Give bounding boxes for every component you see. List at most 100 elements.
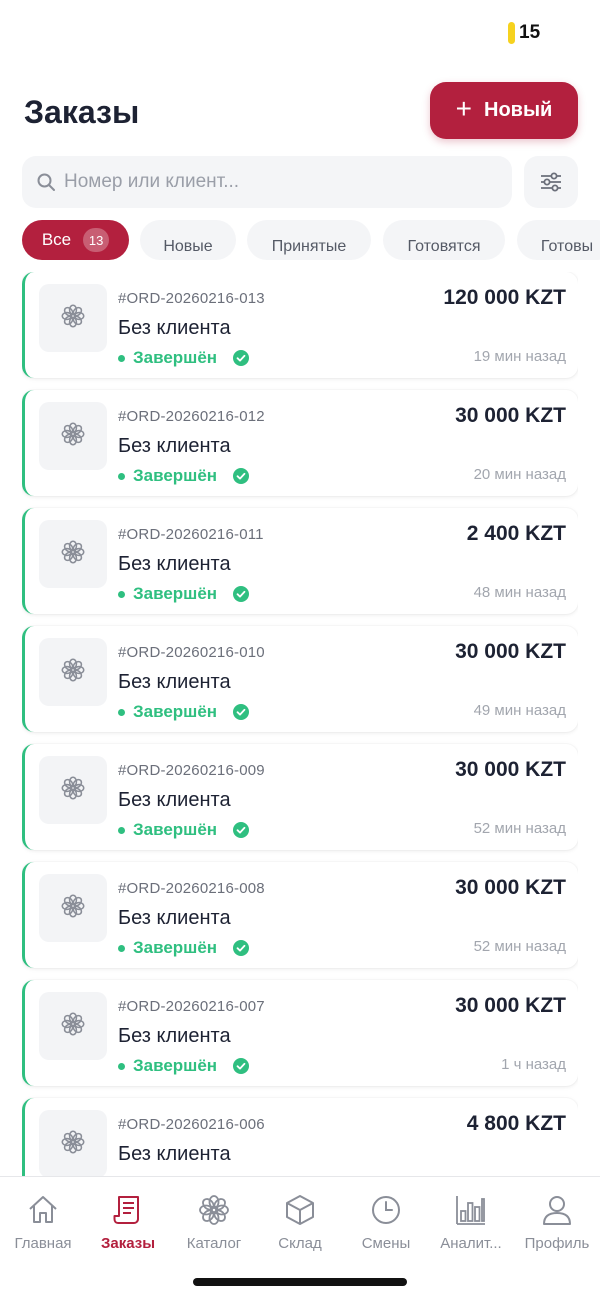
orders-icon [113, 1196, 139, 1224]
home-indicator[interactable] [193, 1278, 407, 1286]
status-dot [118, 1062, 125, 1070]
chip-label: Принятые [271, 238, 347, 255]
box-icon [286, 1195, 314, 1225]
order-card[interactable]: #ORD-20260216-012 Без клиента Завершён 30 0… [22, 390, 578, 496]
order-total: 4 800 KZT [466, 1112, 566, 1135]
chip-all[interactable]: Все 13 [22, 220, 129, 260]
order-number: #ORD-20260216-011 [118, 526, 264, 543]
order-time: 52 мин назад [473, 820, 566, 837]
order-number: #ORD-20260216-007 [118, 998, 265, 1015]
order-client: Без клиента [118, 435, 231, 457]
battery-level: 15 [519, 22, 541, 43]
nav-label: Аналит... [440, 1235, 502, 1252]
order-status: Завершён [118, 820, 250, 840]
nav-warehouse[interactable]: Склад [257, 1193, 343, 1252]
order-number: #ORD-20260216-008 [118, 880, 265, 897]
order-thumbnail [39, 284, 107, 352]
order-time: 1 ч назад [501, 1056, 566, 1073]
search-icon [37, 173, 55, 191]
chip-preparing[interactable]: Готовятся [383, 220, 505, 260]
order-status-label: Завершён [133, 1056, 218, 1075]
chip-label: Готовы [540, 238, 594, 255]
search-box[interactable] [22, 156, 512, 208]
order-client: Без клиента [118, 907, 231, 929]
status-dot [118, 826, 125, 834]
order-thumbnail [39, 638, 107, 706]
battery-indicator: 15 [508, 22, 540, 44]
nav-label: Заказы [100, 1235, 156, 1252]
nav-label: Каталог [186, 1235, 242, 1252]
nav-shifts[interactable]: Смены [343, 1193, 429, 1252]
order-status-label: Завершён [133, 466, 218, 485]
order-status-label: Завершён [133, 702, 218, 721]
status-dot [118, 590, 125, 598]
order-card[interactable]: #ORD-20260216-009 Без клиента Завершён 30 0… [22, 744, 578, 850]
order-client: Без клиента [118, 1025, 231, 1047]
search-input[interactable] [64, 171, 464, 193]
order-status: Завершён [118, 348, 250, 368]
nav-label: Склад [278, 1235, 322, 1252]
check-circle-icon [233, 1058, 250, 1074]
status-dot [118, 472, 125, 480]
order-client: Без клиента [118, 671, 231, 693]
order-thumbnail [39, 402, 107, 470]
order-status: Завершён [118, 466, 250, 486]
order-status-label: Завершён [133, 348, 218, 367]
order-status-label: Завершён [133, 938, 218, 957]
order-status: Завершён [118, 584, 250, 604]
order-card[interactable]: #ORD-20260216-011 Без клиента Завершён 2 40… [22, 508, 578, 614]
nav-home[interactable]: Главная [0, 1193, 86, 1252]
nav-catalog[interactable]: Каталог [171, 1193, 257, 1252]
order-time: 49 мин назад [473, 702, 566, 719]
order-list: #ORD-20260216-013 Без клиента Завершён 120 … [22, 272, 578, 1176]
nav-analytics[interactable]: Аналит... [428, 1193, 514, 1252]
order-total: 30 000 KZT [455, 758, 566, 781]
chip-count-badge: 13 [83, 228, 110, 252]
search-row [22, 156, 578, 210]
order-total: 120 000 KZT [443, 286, 566, 309]
order-card[interactable]: #ORD-20260216-008 Без клиента Завершён 30 0… [22, 862, 578, 968]
order-status: Завершён [118, 702, 250, 722]
order-card[interactable]: #ORD-20260216-006 Без клиента 4 800 KZT [22, 1098, 578, 1176]
order-total: 2 400 KZT [466, 522, 566, 545]
status-dot [118, 708, 125, 716]
order-status-label: Завершён [133, 820, 218, 839]
chip-accepted[interactable]: Принятые [247, 220, 371, 260]
order-time: 20 мин назад [473, 466, 566, 483]
new-order-button-label: Новый [484, 99, 553, 121]
flower-icon [60, 657, 86, 688]
plus-icon: + [455, 93, 472, 124]
chip-ready[interactable]: Готовы [517, 220, 600, 260]
order-card[interactable]: #ORD-20260216-010 Без клиента Завершён 30 0… [22, 626, 578, 732]
nav-profile[interactable]: Профиль [514, 1193, 600, 1252]
flower-icon [60, 893, 86, 924]
order-thumbnail [39, 520, 107, 588]
order-time: 19 мин назад [473, 348, 566, 365]
order-total: 30 000 KZT [455, 876, 566, 899]
flower-icon [60, 1129, 86, 1160]
filter-settings-button[interactable] [524, 156, 578, 208]
nav-label: Главная [14, 1235, 72, 1252]
order-thumbnail [39, 1110, 107, 1176]
chip-label: Все [41, 230, 72, 249]
order-thumbnail [39, 992, 107, 1060]
flower-icon [60, 539, 86, 570]
home-icon [29, 1196, 57, 1223]
chip-new[interactable]: Новые [140, 220, 236, 260]
flower-icon [60, 421, 86, 452]
battery-icon [508, 22, 515, 44]
status-dot [118, 354, 125, 362]
flower-icon [60, 1011, 86, 1042]
order-card[interactable]: #ORD-20260216-007 Без клиента Завершён 30 0… [22, 980, 578, 1086]
order-number: #ORD-20260216-010 [118, 644, 265, 661]
order-thumbnail [39, 874, 107, 942]
nav-orders[interactable]: Заказы [85, 1193, 171, 1252]
chart-icon [456, 1196, 485, 1225]
new-order-button[interactable]: + Новый [430, 82, 578, 139]
order-total: 30 000 KZT [455, 404, 566, 427]
order-status: Завершён [118, 938, 250, 958]
order-number: #ORD-20260216-006 [118, 1116, 265, 1133]
order-time: 48 мин назад [473, 584, 566, 601]
flower-icon [60, 775, 86, 806]
order-card[interactable]: #ORD-20260216-013 Без клиента Завершён 120 … [22, 272, 578, 378]
